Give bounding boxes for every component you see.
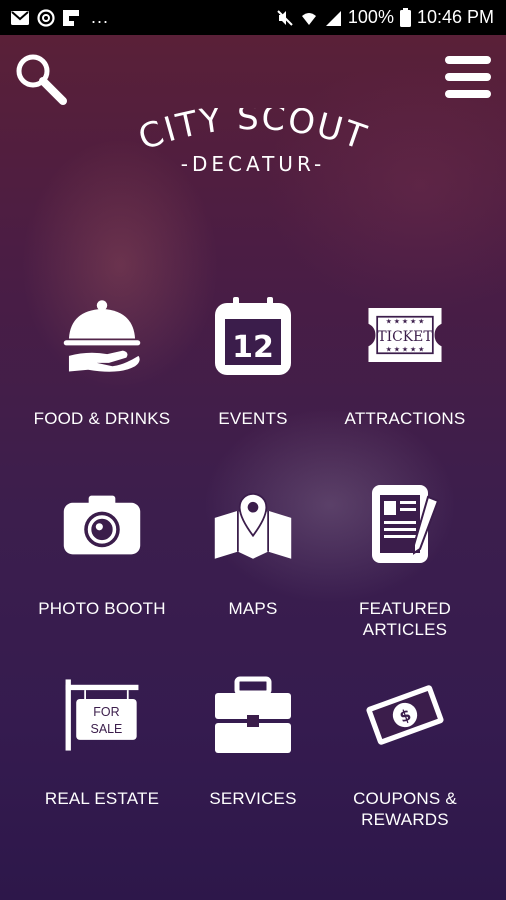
tile-events[interactable]: 12 EVENTS [178,290,328,450]
tile-label: ATTRACTIONS [344,409,466,428]
tile-maps[interactable]: MAPS [178,480,328,640]
money-bill-icon: $ [365,670,445,760]
battery-percent: 100% [347,7,394,27]
status-bar: ... 100% 10:46 PM [0,0,506,35]
menu-button[interactable] [443,54,493,100]
mute-icon [276,9,294,27]
food-cloche-icon [62,290,142,380]
wifi-icon [300,9,318,27]
tile-services[interactable]: SERVICES [178,670,328,830]
gmail-icon [10,10,30,26]
search-icon [16,54,67,105]
map-pin-icon [213,480,293,570]
status-overflow: ... [91,7,110,27]
tile-coupons-rewards[interactable]: $ COUPONS & REWARDS [330,670,480,830]
tile-label: REAL ESTATE [44,789,160,808]
logo-title-arc: CITY SCOUT [134,98,373,159]
tile-label: MAPS [228,599,278,618]
tile-featured-articles[interactable]: FEATURED ARTICLES [330,480,480,640]
article-pen-icon [365,480,445,570]
ticket-text: TICKET [377,329,433,345]
tile-label: SERVICES [209,789,297,808]
svg-text:★ ★ ★ ★ ★: ★ ★ ★ ★ ★ [386,318,425,326]
clock: 10:46 PM [416,7,494,27]
search-button[interactable] [12,50,70,108]
tile-food-drinks[interactable]: FOOD & DRINKS [27,290,177,450]
tile-real-estate[interactable]: FOR SALE REAL ESTATE [27,670,177,830]
tile-label: EVENTS [218,409,288,428]
flipboard-icon [62,9,80,27]
ticket-icon: TICKET ★ ★ ★ ★ ★ ★ ★ ★ ★ ★ [365,290,445,380]
tile-label: FOOD & DRINKS [33,409,171,428]
logo-title: CITY SCOUT [134,98,371,159]
logo-subtitle: -DECATUR- [180,152,326,176]
app-logo: CITY SCOUT -DECATUR- [120,98,386,188]
svg-text:CITY SCOUT: CITY SCOUT [134,108,373,158]
svg-text:FOR: FOR [93,705,119,719]
camera-icon [62,480,142,570]
tile-label: FEATURED ARTICLES [359,599,451,639]
svg-text:★ ★ ★ ★ ★: ★ ★ ★ ★ ★ [386,346,425,354]
calendar-day: 12 [232,330,274,365]
calendar-icon: 12 [213,290,293,380]
toolbox-icon [213,670,293,760]
tile-label: PHOTO BOOTH [38,599,166,618]
signal-icon [324,9,342,27]
tile-label: COUPONS & REWARDS [353,789,457,829]
hamburger-menu-icon [445,56,491,98]
tile-attractions[interactable]: TICKET ★ ★ ★ ★ ★ ★ ★ ★ ★ ★ ATTRACTIONS [330,290,480,450]
battery-icon [399,8,411,27]
for-sale-sign-icon: FOR SALE [62,670,142,760]
tile-photo-booth[interactable]: PHOTO BOOTH [27,480,177,640]
svg-text:SALE: SALE [91,722,123,736]
at-icon [37,8,55,27]
